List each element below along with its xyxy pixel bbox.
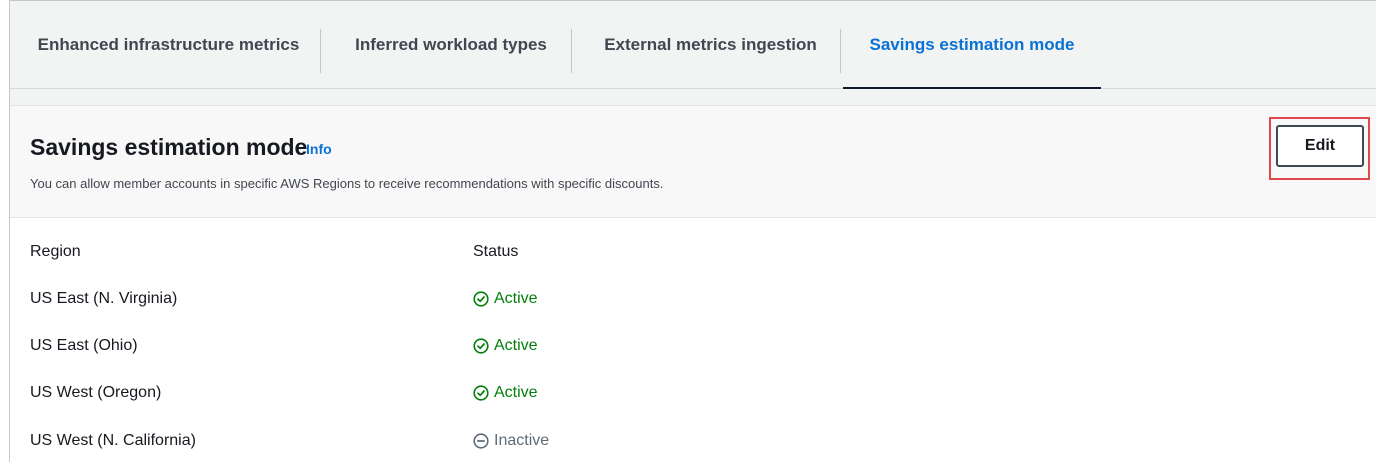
panel-header: Savings estimation mode Info You can all…: [10, 106, 1376, 218]
status-cell: Active: [473, 384, 538, 402]
column-header-status: Status: [473, 243, 519, 260]
check-circle-icon: [473, 291, 489, 307]
edit-button[interactable]: Edit: [1276, 125, 1364, 167]
table-row: US West (Oregon) Active: [10, 379, 1376, 409]
tab-external-metrics-ingestion[interactable]: External metrics ingestion: [595, 1, 826, 88]
tab-savings-estimation-mode[interactable]: Savings estimation mode: [843, 1, 1101, 90]
tab-divider: [571, 29, 572, 73]
check-circle-icon: [473, 338, 489, 354]
status-label: Active: [494, 290, 538, 307]
tab-enhanced-infrastructure-metrics[interactable]: Enhanced infrastructure metrics: [30, 1, 307, 88]
panel-description: You can allow member accounts in specifi…: [30, 176, 664, 191]
region-cell: US East (N. Virginia): [30, 290, 178, 307]
region-status-table: Region Status US East (N. Virginia) Acti…: [10, 218, 1376, 463]
status-cell: Active: [473, 337, 538, 355]
region-cell: US East (Ohio): [30, 337, 138, 354]
status-label: Inactive: [494, 432, 550, 449]
table-row: US East (N. Virginia) Active: [10, 285, 1376, 315]
status-label: Active: [494, 384, 538, 401]
status-cell: Active: [473, 290, 538, 308]
table-row: US East (Ohio) Active: [10, 332, 1376, 362]
column-header-region: Region: [30, 243, 81, 260]
tab-divider: [320, 29, 321, 73]
status-cell: Inactive: [473, 432, 549, 450]
check-circle-icon: [473, 385, 489, 401]
status-label: Active: [494, 337, 538, 354]
tab-panel-gap: [10, 89, 1376, 106]
info-link[interactable]: Info: [306, 141, 332, 157]
region-cell: US West (N. California): [30, 432, 196, 449]
panel-title: Savings estimation mode: [30, 134, 308, 160]
minus-circle-icon: [473, 433, 489, 449]
page-frame: Enhanced infrastructure metrics Inferred…: [9, 0, 1376, 463]
region-cell: US West (Oregon): [30, 384, 162, 401]
tab-bar: Enhanced infrastructure metrics Inferred…: [10, 1, 1376, 90]
tab-divider: [840, 29, 841, 73]
table-row: US West (N. California) Inactive: [10, 427, 1376, 457]
tab-inferred-workload-types[interactable]: Inferred workload types: [344, 1, 558, 88]
